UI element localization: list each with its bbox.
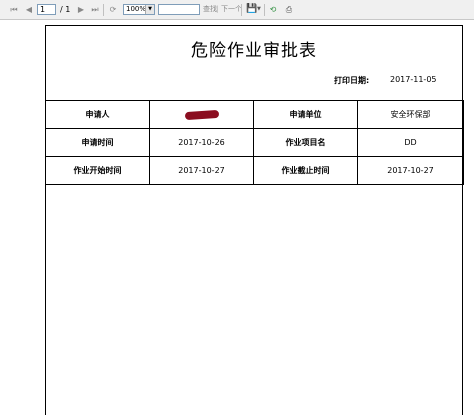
first-page-icon[interactable]: ⏮ (9, 3, 19, 16)
work-start-label: 作业开始时间 (45, 156, 150, 185)
next-page-icon[interactable]: ▶ (76, 3, 86, 16)
report-viewer-toolbar: ⏮ ◀ 1 / 1 ▶ ⏭ ⟳ 100% ▼ 查找 | 下一个 💾 ▼ ⟲ ⎙ (0, 0, 474, 20)
print-icon[interactable]: ⎙ (284, 3, 294, 16)
print-date-value: 2017-11-05 (390, 75, 437, 84)
zoom-select[interactable]: 100% ▼ (123, 4, 155, 15)
work-item-label: 作业项目名 (253, 128, 358, 157)
separator-bar: | (216, 5, 219, 13)
approval-info-table: 申请人 申请单位 安全环保部 申请时间 2017-10-26 作业项目名 DD … (45, 100, 464, 185)
applicant-value (149, 100, 254, 129)
work-end-label: 作业截止时间 (253, 156, 358, 185)
refresh-report-icon[interactable]: ⟲ (268, 3, 278, 16)
apply-time-value: 2017-10-26 (149, 128, 254, 157)
chevron-down-icon: ▼ (145, 5, 154, 14)
applicant-label: 申请人 (45, 100, 150, 129)
toolbar-separator (264, 4, 265, 16)
find-next-link[interactable]: 下一个 (221, 3, 242, 16)
redacted-mark (184, 109, 219, 120)
report-page: 危险作业审批表 打印日期: 2017-11-05 申请人 申请单位 安全环保部 … (45, 25, 464, 415)
applicant-unit-label: 申请单位 (253, 100, 358, 129)
work-end-value: 2017-10-27 (357, 156, 464, 185)
toolbar-separator (241, 4, 242, 16)
export-dropdown-icon[interactable]: ▼ (257, 3, 261, 16)
report-title: 危险作业审批表 (191, 41, 317, 61)
page-total-label: / 1 (60, 5, 71, 14)
applicant-unit-value: 安全环保部 (357, 100, 464, 129)
export-save-icon[interactable]: 💾 (246, 3, 257, 16)
toolbar-separator (103, 4, 104, 16)
table-row: 作业开始时间 2017-10-27 作业截止时间 2017-10-27 (45, 156, 464, 185)
find-input[interactable] (158, 4, 200, 15)
last-page-icon[interactable]: ⏭ (90, 3, 100, 16)
print-date-label: 打印日期: (334, 76, 370, 85)
table-row: 申请人 申请单位 安全环保部 (45, 100, 464, 129)
work-start-value: 2017-10-27 (149, 156, 254, 185)
previous-page-icon[interactable]: ◀ (24, 3, 34, 16)
table-row: 申请时间 2017-10-26 作业项目名 DD (45, 128, 464, 157)
apply-time-label: 申请时间 (45, 128, 150, 157)
page-number-input[interactable]: 1 (37, 4, 56, 15)
refresh-icon[interactable]: ⟳ (108, 3, 118, 16)
find-link[interactable]: 查找 (203, 3, 217, 16)
zoom-value: 100% (126, 5, 147, 13)
work-item-value: DD (357, 128, 464, 157)
